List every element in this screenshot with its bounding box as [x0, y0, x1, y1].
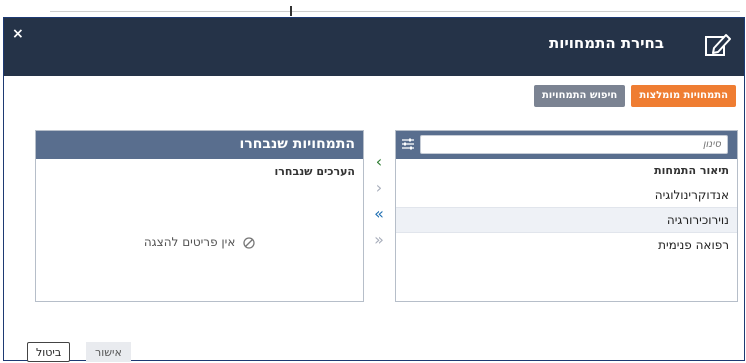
available-panel-header	[396, 131, 737, 159]
background-caret	[290, 6, 292, 16]
ok-button[interactable]: אישור	[86, 342, 131, 362]
selected-panel: התמחויות שנבחרו הערכים שנבחרו אין פריטים…	[35, 130, 364, 302]
tab-bar: התמחויות מומלצות חיפוש התמחויות	[533, 85, 736, 109]
specialty-list: תיאור התמחות אנדוקרינולוגיה נוירוכירורגי…	[396, 159, 737, 257]
tab-search[interactable]: חיפוש התמחויות	[533, 85, 626, 107]
move-all-right-arrow[interactable]: »	[364, 230, 394, 249]
move-right-arrow[interactable]: ›	[364, 178, 394, 197]
move-all-left-arrow[interactable]: «	[364, 204, 394, 223]
available-panel: תיאור התמחות אנדוקרינולוגיה נוירוכירורגי…	[395, 130, 738, 302]
close-icon[interactable]: ×	[12, 26, 24, 42]
edit-icon	[705, 34, 731, 56]
selected-panel-title: התמחויות שנבחרו	[239, 136, 355, 152]
filter-settings-icon[interactable]	[401, 137, 415, 151]
move-left-arrow[interactable]: ‹	[364, 152, 394, 171]
background-line	[50, 11, 740, 12]
specialty-selection-dialog: × בחירת התמחויות התמחויות מומלצות חיפוש …	[3, 17, 745, 362]
no-entry-icon	[243, 236, 255, 249]
empty-state: אין פריטים להצגה	[36, 235, 363, 249]
selected-panel-header: התמחויות שנבחרו	[36, 131, 363, 159]
tab-recommended[interactable]: התמחויות מומלצות	[631, 85, 736, 107]
selected-values-label: הערכים שנבחרו	[274, 165, 355, 178]
list-item[interactable]: רפואה פנימית	[396, 233, 737, 257]
list-column-header: תיאור התמחות	[654, 164, 729, 177]
empty-state-text: אין פריטים להצגה	[143, 235, 236, 249]
filter-input[interactable]	[420, 135, 728, 154]
list-item[interactable]: נוירוכירורגיה	[396, 207, 737, 233]
dialog-header: × בחירת התמחויות	[4, 18, 744, 76]
cancel-button[interactable]: ביטול	[27, 342, 71, 362]
list-item[interactable]: אנדוקרינולוגיה	[396, 183, 737, 207]
dialog-title: בחירת התמחויות	[548, 34, 664, 52]
